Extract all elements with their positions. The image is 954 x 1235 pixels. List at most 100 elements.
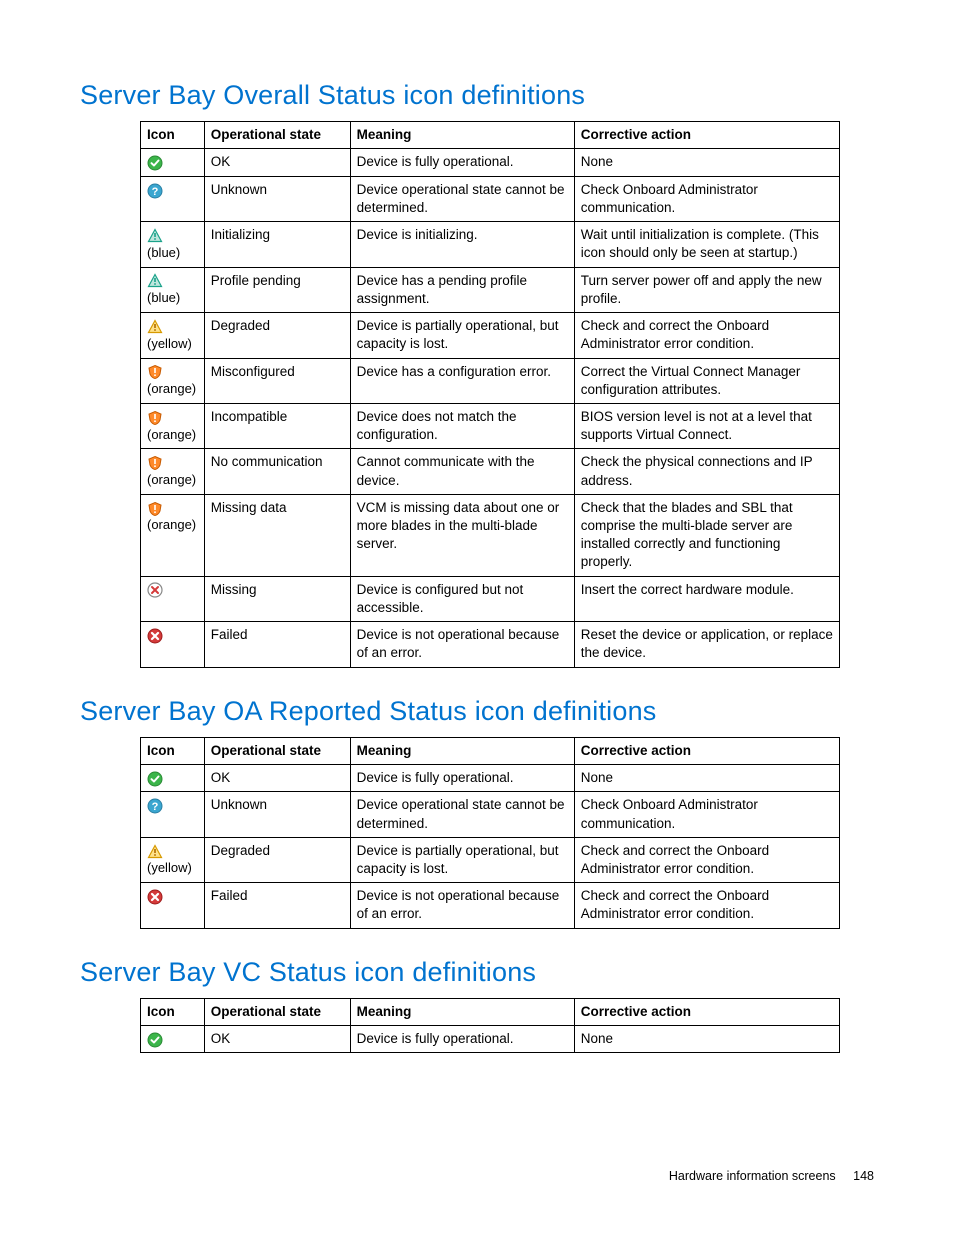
corrective-action-cell: None (574, 764, 839, 792)
operational-state-cell: No communication (204, 449, 350, 494)
corrective-action-cell: Insert the correct hardware module. (574, 576, 839, 621)
icon-cell (141, 1025, 205, 1053)
meaning-cell: Device is not operational because of an … (350, 883, 574, 928)
status-unknown-icon (147, 797, 163, 815)
section-heading: Server Bay VC Status icon definitions (80, 957, 874, 988)
meaning-cell: Device is partially operational, but cap… (350, 837, 574, 882)
meaning-cell: Device operational state cannot be deter… (350, 176, 574, 221)
operational-state-cell: OK (204, 764, 350, 792)
corrective-action-cell: Wait until initialization is complete. (… (574, 222, 839, 267)
status-shield-orange-icon (147, 499, 163, 517)
operational-state-cell: OK (204, 1025, 350, 1053)
meaning-cell: Device is not operational because of an … (350, 622, 574, 667)
status-table: IconOperational stateMeaningCorrective a… (140, 737, 840, 929)
table-row: (orange)Missing dataVCM is missing data … (141, 494, 840, 576)
corrective-action-cell: None (574, 1025, 839, 1053)
meaning-cell: Cannot communicate with the device. (350, 449, 574, 494)
icon-cell: (blue) (141, 222, 205, 267)
corrective-action-cell: None (574, 149, 839, 177)
status-table: IconOperational stateMeaningCorrective a… (140, 998, 840, 1054)
table-row: UnknownDevice operational state cannot b… (141, 176, 840, 221)
status-shield-orange-icon (147, 363, 163, 381)
table-header-row: IconOperational stateMeaningCorrective a… (141, 122, 840, 149)
status-tri-blue-icon (147, 227, 163, 245)
table-row: (orange) No communicationCannot communica… (141, 449, 840, 494)
table-header: Icon (141, 122, 205, 149)
icon-cell: (orange) (141, 494, 205, 576)
icon-cell: (yellow) (141, 313, 205, 358)
status-ok-icon (147, 154, 163, 172)
meaning-cell: Device is fully operational. (350, 764, 574, 792)
status-tri-blue-icon (147, 272, 163, 290)
status-missing-icon (147, 581, 163, 599)
status-tri-yellow-icon (147, 842, 163, 860)
corrective-action-cell: Check that the blades and SBL that compr… (574, 494, 839, 576)
corrective-action-cell: BIOS version level is not at a level tha… (574, 403, 839, 448)
table-row: (orange)IncompatibleDevice does not matc… (141, 403, 840, 448)
status-shield-orange-icon (147, 454, 163, 472)
table-row: OKDevice is fully operational.None (141, 764, 840, 792)
icon-cell (141, 883, 205, 928)
operational-state-cell: Unknown (204, 792, 350, 837)
table-header: Meaning (350, 998, 574, 1025)
icon-cell (141, 149, 205, 177)
operational-state-cell: Initializing (204, 222, 350, 267)
footer-page-number: 148 (853, 1169, 874, 1183)
table-row: (blue)InitializingDevice is initializing… (141, 222, 840, 267)
meaning-cell: VCM is missing data about one or more bl… (350, 494, 574, 576)
status-failed-icon (147, 888, 163, 906)
table-row: UnknownDevice operational state cannot b… (141, 792, 840, 837)
meaning-cell: Device has a configuration error. (350, 358, 574, 403)
icon-cell: (yellow) (141, 837, 205, 882)
operational-state-cell: Failed (204, 622, 350, 667)
table-row: (blue)Profile pendingDevice has a pendin… (141, 267, 840, 312)
corrective-action-cell: Reset the device or application, or repl… (574, 622, 839, 667)
section-heading: Server Bay OA Reported Status icon defin… (80, 696, 874, 727)
icon-cell: (orange) (141, 403, 205, 448)
icon-cell (141, 576, 205, 621)
meaning-cell: Device is partially operational, but cap… (350, 313, 574, 358)
corrective-action-cell: Check Onboard Administrator communicatio… (574, 176, 839, 221)
table-header: Corrective action (574, 998, 839, 1025)
table-header: Operational state (204, 122, 350, 149)
icon-cell: (orange) (141, 358, 205, 403)
table-header: Icon (141, 998, 205, 1025)
operational-state-cell: Unknown (204, 176, 350, 221)
corrective-action-cell: Check Onboard Administrator communicatio… (574, 792, 839, 837)
operational-state-cell: Incompatible (204, 403, 350, 448)
icon-color-note: (yellow) (147, 860, 198, 876)
table-header: Meaning (350, 737, 574, 764)
table-header: Corrective action (574, 122, 839, 149)
status-unknown-icon (147, 181, 163, 199)
meaning-cell: Device operational state cannot be deter… (350, 792, 574, 837)
status-ok-icon (147, 769, 163, 787)
corrective-action-cell: Check and correct the Onboard Administra… (574, 883, 839, 928)
icon-cell (141, 622, 205, 667)
operational-state-cell: Misconfigured (204, 358, 350, 403)
table-row: OKDevice is fully operational.None (141, 1025, 840, 1053)
icon-cell: (orange) (141, 449, 205, 494)
section-heading: Server Bay Overall Status icon definitio… (80, 80, 874, 111)
table-row: (orange)MisconfiguredDevice has a config… (141, 358, 840, 403)
icon-color-note: (orange) (147, 472, 198, 488)
meaning-cell: Device is fully operational. (350, 149, 574, 177)
icon-color-note: (blue) (147, 245, 198, 261)
corrective-action-cell: Check and correct the Onboard Administra… (574, 837, 839, 882)
icon-cell (141, 764, 205, 792)
operational-state-cell: Profile pending (204, 267, 350, 312)
page-footer: Hardware information screens 148 (669, 1169, 874, 1183)
corrective-action-cell: Correct the Virtual Connect Manager conf… (574, 358, 839, 403)
icon-color-note: (blue) (147, 290, 198, 306)
table-header: Corrective action (574, 737, 839, 764)
status-table: IconOperational stateMeaningCorrective a… (140, 121, 840, 668)
meaning-cell: Device is configured but not accessible. (350, 576, 574, 621)
meaning-cell: Device does not match the configuration. (350, 403, 574, 448)
meaning-cell: Device is fully operational. (350, 1025, 574, 1053)
status-ok-icon (147, 1030, 163, 1048)
footer-section: Hardware information screens (669, 1169, 836, 1183)
icon-cell (141, 792, 205, 837)
table-header: Operational state (204, 998, 350, 1025)
icon-cell: (blue) (141, 267, 205, 312)
operational-state-cell: Degraded (204, 313, 350, 358)
operational-state-cell: Missing (204, 576, 350, 621)
